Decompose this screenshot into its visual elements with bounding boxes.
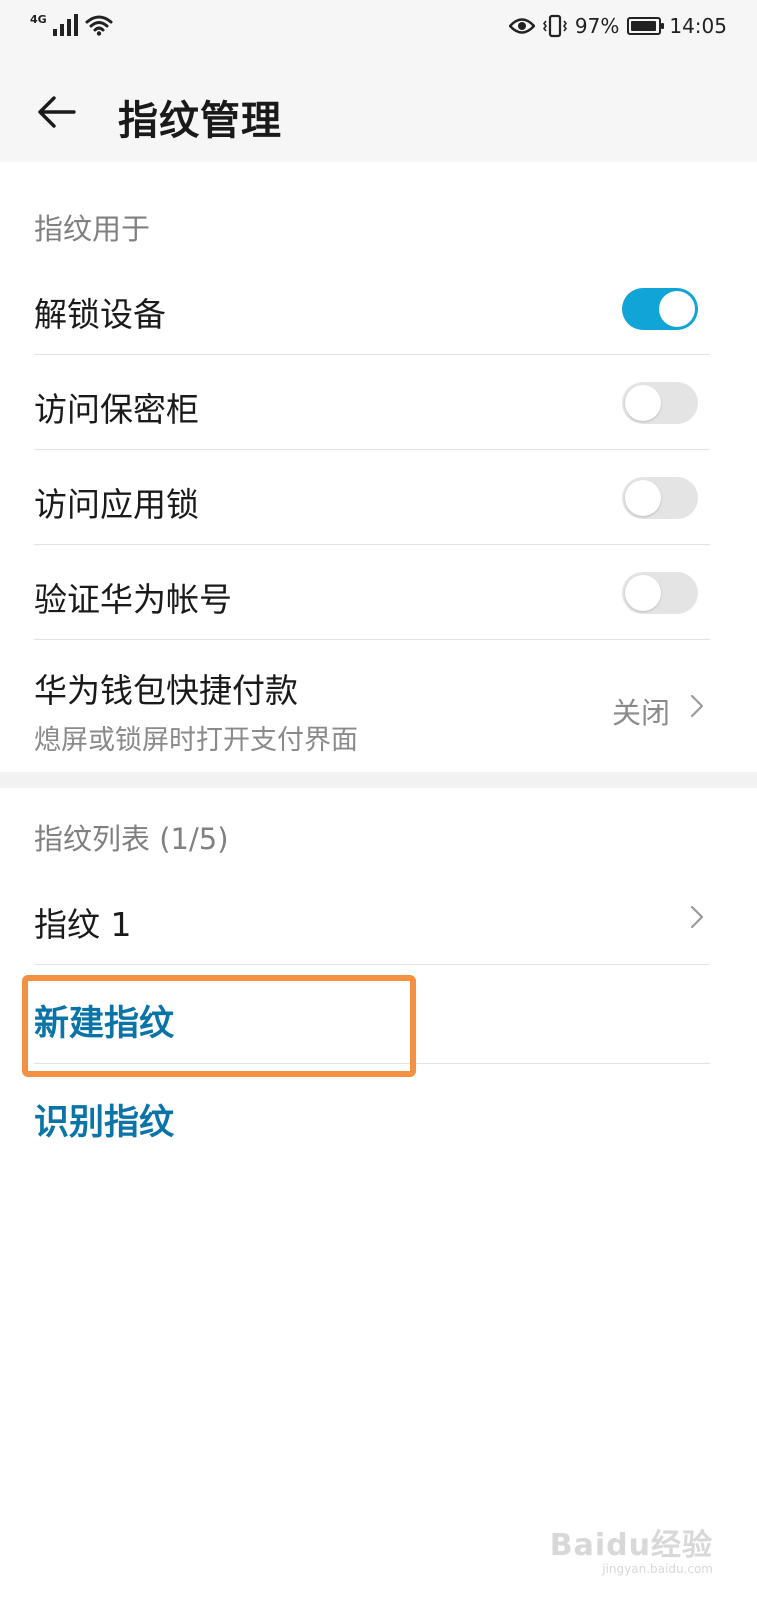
- setting-label: 验证华为帐号: [34, 580, 232, 619]
- fingerprint-label: 指纹 1: [34, 905, 132, 944]
- wifi-icon: [85, 15, 113, 36]
- setting-row-unlock-device[interactable]: 解锁设备: [34, 260, 710, 355]
- setting-row-wallet-payment[interactable]: 华为钱包快捷付款 熄屏或锁屏时打开支付界面 关闭: [34, 640, 710, 770]
- page-title: 指纹管理: [118, 98, 282, 144]
- setting-row-app-lock[interactable]: 访问应用锁: [34, 450, 710, 545]
- vibrate-icon: [542, 14, 567, 38]
- setting-label: 解锁设备: [34, 295, 166, 334]
- toggle-knob: [625, 385, 661, 421]
- eye-comfort-icon: [508, 18, 535, 34]
- wallet-payment-label: 华为钱包快捷付款: [34, 671, 298, 710]
- network-type: 4G: [30, 13, 47, 26]
- unlock-device-toggle[interactable]: [622, 288, 698, 330]
- section-title-fingerprint-list: 指纹列表 (1/5): [34, 822, 229, 856]
- toggle-knob: [659, 291, 695, 327]
- battery-percent: 97%: [574, 14, 620, 38]
- huawei-account-toggle[interactable]: [622, 572, 698, 614]
- arrow-left-icon[interactable]: [34, 90, 78, 134]
- toggle-knob: [625, 480, 661, 516]
- setting-label: 访问应用锁: [34, 485, 199, 524]
- baidu-watermark: Baidu经验 jingyan.baidu.com: [550, 1520, 713, 1576]
- setting-row-huawei-account[interactable]: 验证华为帐号: [34, 545, 710, 640]
- highlight-annotation: [22, 975, 416, 1077]
- section-divider: [0, 772, 757, 788]
- clock: 14:05: [669, 14, 727, 38]
- battery-level-fill: [631, 21, 657, 31]
- identify-fingerprint-row[interactable]: 识别指纹: [34, 1064, 710, 1162]
- identify-fingerprint-button[interactable]: 识别指纹: [34, 1094, 174, 1145]
- app-bar: 指纹管理: [0, 62, 757, 162]
- status-right: 97% 14:05: [508, 14, 727, 38]
- chevron-right-icon: [690, 905, 704, 929]
- status-bar: 4G 97% 14:05: [0, 0, 757, 62]
- status-left: 4G: [30, 13, 113, 36]
- watermark-brand: Baidu经验: [549, 1528, 713, 1563]
- watermark-url: jingyan.baidu.com: [602, 1562, 713, 1576]
- fingerprint-row[interactable]: 指纹 1: [34, 870, 710, 965]
- setting-row-safe-access[interactable]: 访问保密柜: [34, 355, 710, 450]
- safe-access-toggle[interactable]: [622, 382, 698, 424]
- section-title-usage: 指纹用于: [34, 212, 151, 246]
- battery-icon: [627, 17, 665, 35]
- wallet-payment-subtitle: 熄屏或锁屏时打开支付界面: [34, 725, 358, 756]
- app-lock-toggle[interactable]: [622, 477, 698, 519]
- wallet-payment-value: 关闭: [611, 696, 670, 730]
- toggle-knob: [625, 575, 661, 611]
- setting-label: 访问保密柜: [34, 390, 199, 429]
- signal-icon: [52, 14, 78, 36]
- chevron-right-icon: [690, 694, 704, 718]
